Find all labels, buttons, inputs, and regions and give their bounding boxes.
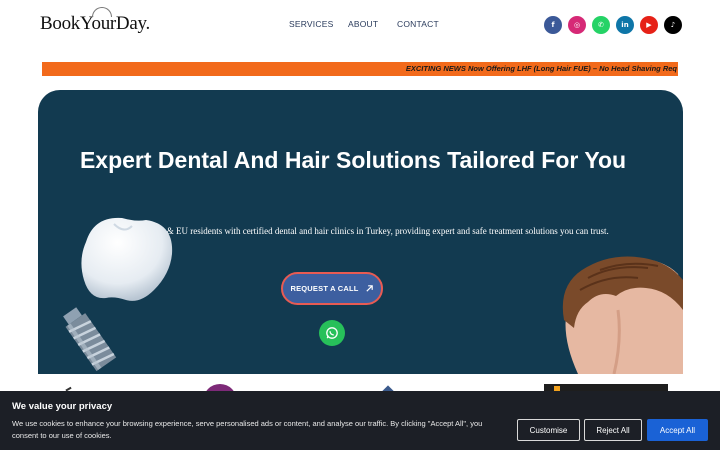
facebook-icon[interactable]: f [544, 16, 562, 34]
nav-contact[interactable]: CONTACT [397, 19, 439, 29]
tooth-crown-image [81, 217, 173, 301]
youtube-icon[interactable]: ▶ [640, 16, 658, 34]
reject-all-button[interactable]: Reject All [584, 419, 642, 441]
instagram-icon[interactable]: ◎ [568, 16, 586, 34]
nav-about[interactable]: ABOUT [348, 19, 378, 29]
social-links: f ◎ ✆ in ▶ ♪ [544, 16, 682, 34]
accept-all-button[interactable]: Accept All [647, 419, 708, 441]
ticker-text[interactable]: EXCITING NEWS Now Offering LHF (Long Hai… [406, 64, 677, 73]
logo-arc-mark [92, 7, 112, 17]
customise-button[interactable]: Customise [517, 419, 580, 441]
partner-logos-strip [0, 374, 720, 418]
news-ticker: EXCITING NEWS Now Offering LHF (Long Hai… [42, 62, 678, 76]
request-call-button[interactable]: REQUEST A CALL [281, 272, 383, 305]
cookie-title: We value your privacy [12, 401, 113, 412]
hero-section: Expert Dental And Hair Solutions Tailore… [38, 90, 683, 374]
tiktok-icon[interactable]: ♪ [664, 16, 682, 34]
whatsapp-float-button[interactable] [319, 320, 345, 346]
request-call-label: REQUEST A CALL [290, 284, 359, 293]
cookie-banner: We value your privacy We use cookies to … [0, 391, 720, 450]
site-header: BookYourDay. SERVICES ABOUT CONTACT f ◎ … [0, 0, 720, 50]
linkedin-icon[interactable]: in [616, 16, 634, 34]
arrow-up-right-icon [365, 285, 373, 292]
whatsapp-icon [326, 327, 338, 339]
hair-model-image [562, 256, 683, 374]
hero-title: Expert Dental And Hair Solutions Tailore… [79, 147, 627, 173]
cookie-text: We use cookies to enhance your browsing … [12, 419, 483, 440]
whatsapp-icon[interactable]: ✆ [592, 16, 610, 34]
nav-services[interactable]: SERVICES [289, 19, 333, 29]
dental-implant-image [63, 307, 117, 372]
